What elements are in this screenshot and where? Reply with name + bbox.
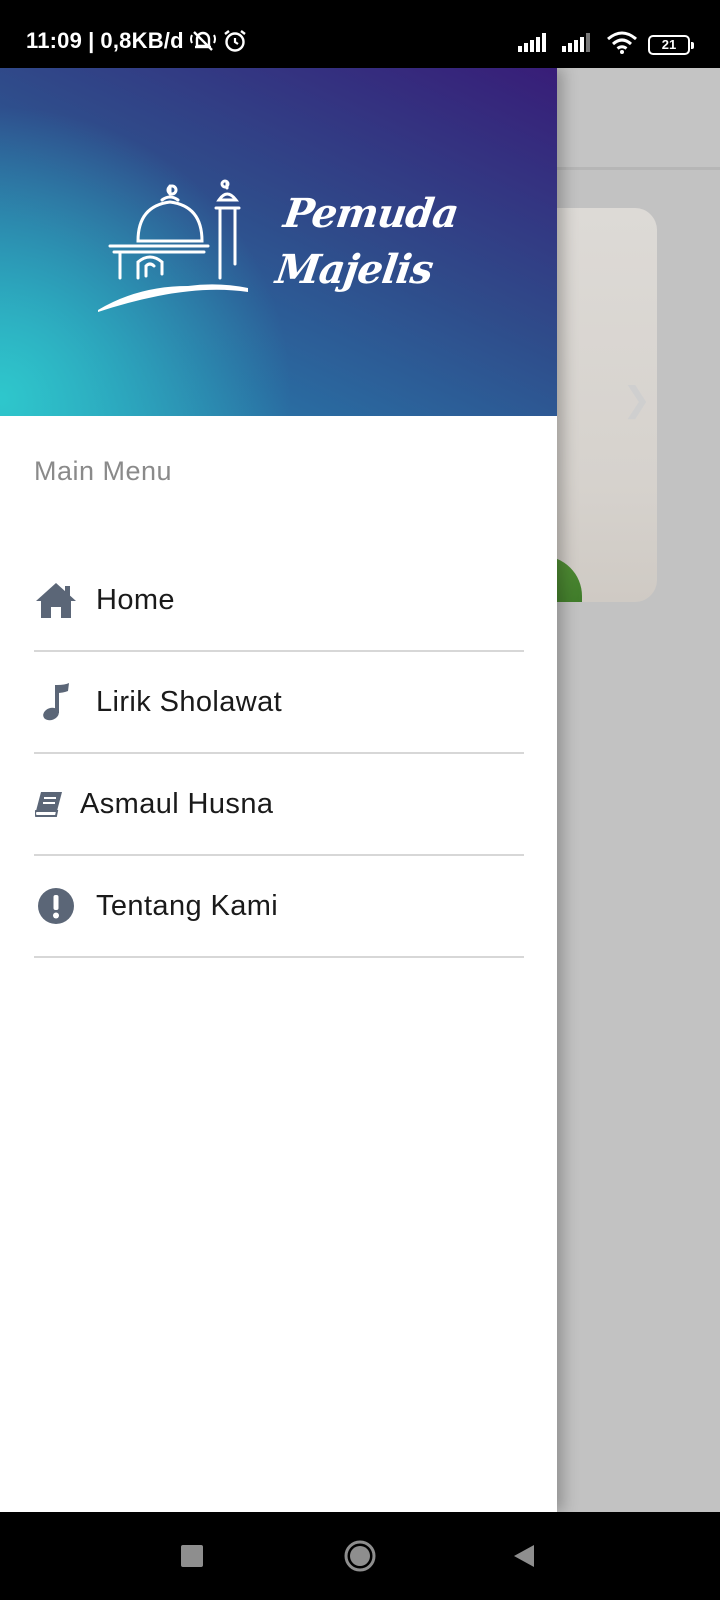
brand-line-1: Pemuda [280, 190, 462, 237]
recents-button[interactable] [180, 1537, 204, 1582]
system-nav-bar [0, 1512, 720, 1600]
battery-icon: 21 [648, 34, 694, 55]
menu-item-home[interactable]: Home [34, 550, 524, 652]
brand-line-2: Majelis [272, 246, 436, 293]
back-button[interactable] [512, 1537, 536, 1582]
status-network-speed: 0,8KB/d [100, 28, 184, 53]
music-note-icon [34, 680, 78, 724]
status-time: 11:09 [26, 28, 83, 53]
menu-item-label: Lirik Sholawat [96, 685, 283, 718]
navigation-drawer: Pemuda Majelis Main Menu Home Lirik Shol… [0, 68, 557, 1512]
menu-item-tentang-kami[interactable]: Tentang Kami [34, 856, 524, 958]
alarm-icon [222, 29, 248, 53]
status-separator: | [88, 28, 95, 53]
menu-section-title: Main Menu [34, 456, 173, 486]
wifi-icon [606, 30, 638, 59]
menu-item-label: Asmaul Husna [80, 787, 274, 820]
menu-item-label: Home [96, 583, 175, 616]
status-left: 11:09 | 0,8KB/d [26, 28, 248, 54]
battery-level: 21 [661, 37, 677, 52]
book-icon [34, 782, 64, 826]
mute-icon [189, 29, 216, 53]
menu-item-asmaul-husna[interactable]: Asmaul Husna [34, 754, 524, 856]
home-icon [34, 578, 78, 622]
menu-item-label: Tentang Kami [96, 889, 279, 922]
signal-icon [562, 32, 596, 57]
mosque-logo-icon [98, 179, 248, 312]
signal-icon [518, 32, 552, 57]
chevron-right-icon: ❯ [622, 381, 652, 419]
brand-name: Pemuda Majelis [272, 186, 461, 298]
menu-item-lirik-sholawat[interactable]: Lirik Sholawat [34, 652, 524, 754]
status-bar: 11:09 | 0,8KB/d 21 [0, 0, 720, 68]
info-exclamation-icon [34, 884, 78, 928]
drawer-header: Pemuda Majelis [0, 68, 557, 416]
status-right: 21 [518, 30, 694, 59]
home-button[interactable] [343, 1537, 377, 1582]
